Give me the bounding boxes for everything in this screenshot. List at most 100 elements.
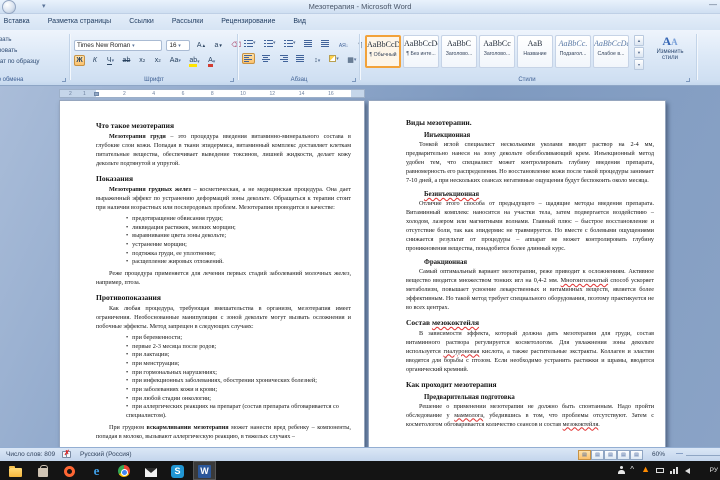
indent-marker-icon[interactable] — [94, 92, 99, 96]
style-chip[interactable]: AaB Название — [517, 35, 553, 68]
heading: Что такое мезотерапия — [96, 121, 175, 130]
list-item: • при заболеваниях кожи и крови; — [126, 385, 218, 393]
network-icon[interactable] — [670, 467, 678, 474]
style-gallery-scroll[interactable]: ▲ ▼ ▾ — [634, 35, 644, 70]
horizontal-ruler[interactable]: 2 1 2 4 6 8 10 12 14 16 — [59, 89, 365, 98]
tab-Ссылки[interactable]: Ссылки — [120, 15, 163, 30]
tab-Рассылки[interactable]: Рассылки — [163, 15, 212, 30]
proofing-errors-icon[interactable]: ✗ — [62, 450, 72, 459]
style-label: ¶ Без инте... — [406, 51, 436, 57]
show-hidden-icons-chevron[interactable]: ^ — [630, 465, 634, 474]
opera-icon[interactable] — [62, 463, 77, 478]
style-chip[interactable]: AaBbCc. Подзагол... — [555, 35, 591, 68]
style-chip[interactable]: AaBbCcDc ¶ Без инте... — [403, 35, 439, 68]
mail-icon[interactable] — [143, 463, 158, 478]
borders-button[interactable]: ▦ ▾ — [345, 55, 358, 66]
view-shortcuts: ▤ ▤ ▤ ▤ ▤ — [578, 450, 643, 460]
styles-dialog-launcher-icon[interactable] — [686, 78, 690, 82]
copy-button[interactable]: Копировать — [0, 47, 17, 54]
draft-view-button[interactable]: ▤ — [630, 450, 643, 460]
ribbon: Вставить Вырезать Копировать Формат по о… — [0, 30, 720, 86]
italic-button[interactable]: К — [89, 55, 100, 66]
volume-icon[interactable] — [685, 468, 690, 474]
style-label: Заголово... — [483, 51, 511, 57]
outline-view-button[interactable]: ▤ — [617, 450, 630, 460]
full-screen-reading-view-button[interactable]: ▤ — [591, 450, 604, 460]
zoom-out-button[interactable]: — — [676, 450, 683, 457]
style-label: Название — [523, 51, 547, 57]
skype-icon[interactable]: S — [170, 463, 185, 478]
paragraph-dialog-launcher-icon[interactable] — [352, 78, 356, 82]
ruler-number: 2 — [69, 91, 72, 97]
align-center-button[interactable] — [259, 53, 272, 64]
underline-button[interactable]: Ч ▾ — [105, 56, 116, 67]
edge-icon[interactable]: e — [89, 463, 104, 478]
bullet-list: • при беременности; • первые 2-3 месяца пос… — [126, 334, 351, 421]
style-chip[interactable]: AaBbCcDa Слабое в... — [593, 35, 629, 68]
list-item: • выравнивание цвета зоны декольте; — [126, 232, 227, 240]
list-item: • ликвидация растяжек, мелких морщин; — [126, 223, 236, 231]
tab-Вид[interactable]: Вид — [284, 15, 315, 30]
style-chip[interactable]: AaBbCcDc ¶ Обычный — [365, 35, 401, 68]
heading: Предварительная подготовка — [424, 393, 515, 401]
list-item: • при любой стадии онкологии; — [126, 394, 212, 402]
antivirus-icon[interactable]: ▲ — [641, 464, 650, 474]
font-group: Times New Roman ▾ 16 ▾ А▲ а▼ ⌫ Ж К Ч▾ ab… — [72, 32, 241, 84]
print-layout-view-button[interactable]: ▤ — [578, 450, 591, 460]
style-preview: AaBbC — [447, 39, 471, 48]
paragraph-group: ▾ ▾ ▾ АЯ↓ ¶ ↕ ▾ ▾ ▦ ▾ Абзац — [240, 32, 362, 84]
change-case-button[interactable]: Аа ▾ — [168, 55, 183, 66]
align-right-button[interactable] — [277, 53, 290, 64]
tab-Рецензирование[interactable]: Рецензирование — [212, 15, 284, 30]
list-item: • при лактации; — [126, 351, 170, 359]
style-chip[interactable]: AaBbC Заголово... — [441, 35, 477, 68]
subscript-button[interactable]: x2 — [137, 55, 148, 66]
gallery-expand-icon: ▾ — [634, 59, 644, 70]
word-count[interactable]: Число слов: 809 — [6, 451, 55, 458]
style-gallery: AaBbCcDc ¶ Обычный AaBbCcDc ¶ Без инте... Aa… — [365, 35, 629, 68]
language-indicator[interactable]: Русский (Россия) — [80, 451, 132, 458]
window-title: Мезотерапия - Microsoft Word — [308, 2, 412, 11]
language-tray[interactable]: РУ — [710, 467, 718, 474]
numbering-button[interactable]: ▾ — [262, 38, 278, 49]
format-painter-button[interactable]: Формат по образцу — [0, 58, 39, 65]
ruler-left-margin — [60, 90, 96, 97]
superscript-button[interactable]: x2 — [152, 55, 163, 66]
bold-button[interactable]: Ж — [74, 55, 85, 66]
cut-button[interactable]: Вырезать — [0, 36, 12, 43]
line-spacing-button[interactable]: ↕ ▾ — [312, 55, 323, 66]
paragraph: Как любая процедура, требующая вмешатель… — [96, 304, 351, 330]
decrease-indent-button[interactable] — [302, 38, 315, 49]
style-chip[interactable]: AaBbCc Заголово... — [479, 35, 515, 68]
strikethrough-button[interactable]: ab — [121, 55, 133, 66]
list-item: • подтяжка груди, ее уплотнение; — [126, 249, 216, 257]
web-layout-view-button[interactable]: ▤ — [604, 450, 617, 460]
justify-button[interactable] — [294, 53, 307, 64]
clipboard-dialog-launcher-icon[interactable] — [62, 78, 66, 82]
paragraph: В зависимости эффекта, который должна да… — [406, 329, 654, 373]
change-styles-button[interactable]: АА Изменить стили — [650, 34, 690, 61]
battery-icon[interactable] — [656, 468, 664, 473]
highlight-color-button[interactable]: ab ▾ — [187, 57, 201, 68]
chrome-icon[interactable] — [116, 463, 131, 478]
word-icon[interactable]: W — [197, 463, 212, 478]
style-label: ¶ Обычный — [369, 52, 397, 58]
minimize-button[interactable]: — — [709, 0, 717, 9]
document-page-1[interactable]: Что такое мезотерапия Мезотерапия груди –… — [59, 100, 365, 447]
increase-indent-button[interactable] — [319, 38, 332, 49]
store-icon[interactable] — [35, 463, 50, 478]
shading-button[interactable]: ▾ — [327, 53, 341, 64]
zoom-level[interactable]: 60% — [652, 451, 665, 458]
multilevel-list-button[interactable]: ▾ — [282, 38, 298, 49]
document-page-2[interactable]: Виды мезотерапии. Инъекционная Тонкой игло… — [368, 100, 666, 447]
file-explorer-icon[interactable] — [8, 463, 23, 478]
align-left-button[interactable] — [242, 52, 255, 64]
bullets-button[interactable]: ▾ — [242, 38, 258, 49]
tab-Разметка страницы[interactable]: Разметка страницы — [39, 15, 121, 30]
zoom-slider[interactable] — [686, 455, 720, 456]
list-item: • при беременности; — [126, 333, 183, 341]
tab-Вставка[interactable]: Вставка — [0, 15, 39, 30]
ruler-right-margin — [351, 90, 364, 97]
font-dialog-launcher-icon[interactable] — [230, 78, 234, 82]
font-color-button[interactable]: А ▾ — [206, 57, 217, 68]
